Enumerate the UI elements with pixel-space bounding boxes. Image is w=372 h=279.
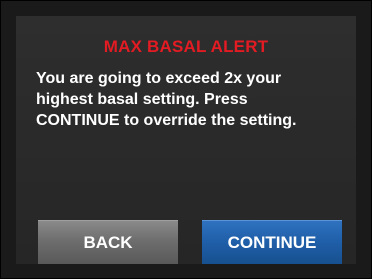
alert-screen: MAX BASAL ALERT You are going to exceed …	[16, 16, 356, 264]
continue-button[interactable]: CONTINUE	[202, 220, 342, 264]
device-frame: MAX BASAL ALERT You are going to exceed …	[0, 0, 372, 279]
alert-title: MAX BASAL ALERT	[103, 37, 269, 56]
alert-message: You are going to exceed 2x your highest …	[36, 70, 297, 129]
back-button[interactable]: BACK	[38, 220, 178, 264]
